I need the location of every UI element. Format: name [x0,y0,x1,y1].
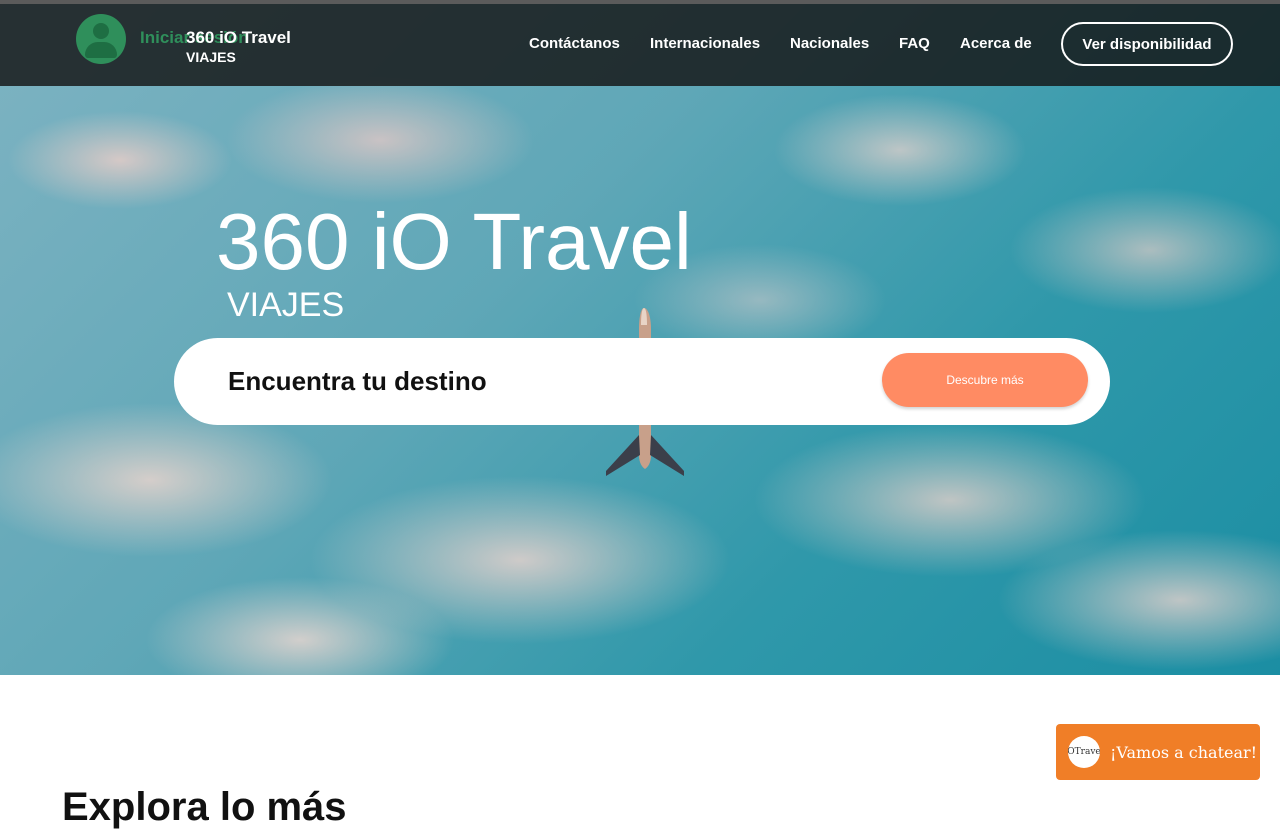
nav-item-faq[interactable]: FAQ [899,35,930,52]
chat-label: ¡Vamos a chatear! [1110,742,1258,762]
brand-subtitle: VIAJES [186,49,236,65]
section-heading: Explora lo más [62,785,347,829]
nav-item-nacionales[interactable]: Nacionales [790,35,869,52]
hero-subtitle: VIAJES [227,286,345,324]
user-avatar-icon[interactable] [76,14,126,64]
nav-item-internacionales[interactable]: Internacionales [650,35,760,52]
chat-widget-button[interactable]: iOTravel ¡Vamos a chatear! [1056,724,1260,780]
nav-item-contactanos[interactable]: Contáctanos [529,35,620,52]
brand-title[interactable]: 360 iO Travel [186,28,291,48]
check-availability-button[interactable]: Ver disponibilidad [1061,22,1233,66]
destination-search-bar[interactable]: Encuentra tu destino Descubre más [174,338,1110,425]
chat-logo: iOTravel [1068,736,1100,768]
hero-banner: 360 iO Travel VIAJES Encuentra tu destin… [0,0,1280,675]
top-navigation-bar: Iniciar sesión 360 iO Travel VIAJES Cont… [0,0,1280,86]
nav-item-acerca-de[interactable]: Acerca de [960,35,1032,52]
search-label: Encuentra tu destino [228,366,487,396]
discover-more-button[interactable]: Descubre más [882,353,1088,407]
hero-title: 360 iO Travel [216,197,692,286]
